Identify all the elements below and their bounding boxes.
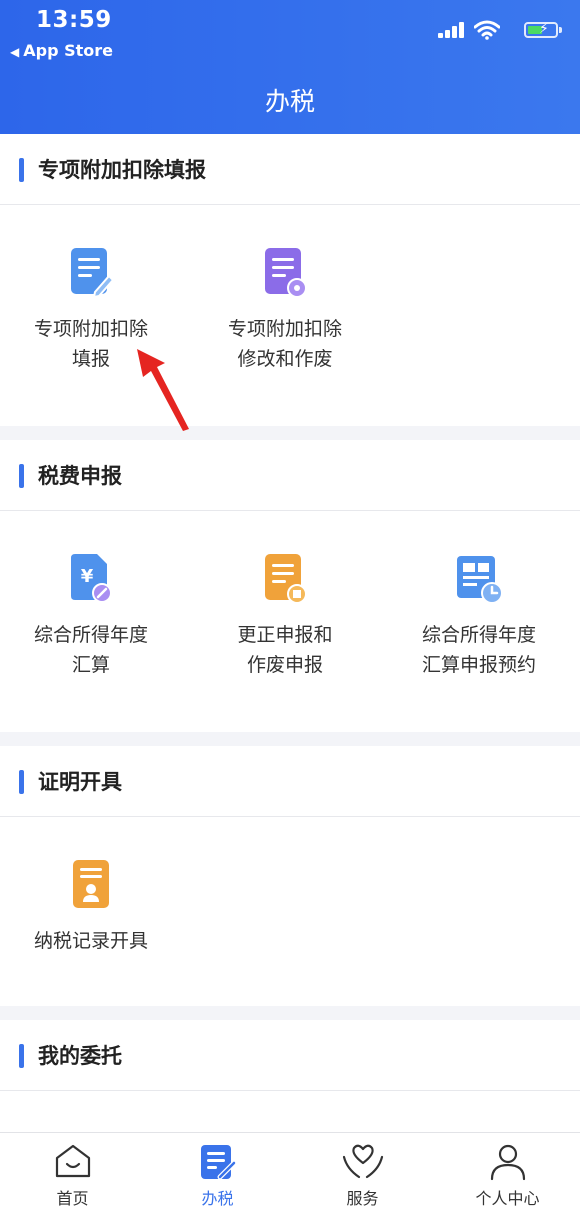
section-header: 税费申报 — [0, 440, 580, 511]
item-label: 综合所得年度 汇算申报预约 — [421, 624, 536, 676]
cellular-signal-icon — [438, 22, 466, 38]
section-header: 专项附加扣除填报 — [0, 134, 580, 205]
back-triangle-icon: ◀ — [10, 45, 20, 59]
tab-label: 服务 — [346, 1189, 379, 1208]
item-label: 综合所得年度 汇算 — [33, 624, 148, 676]
back-label: App Store — [23, 41, 113, 60]
back-to-app-store[interactable]: ◀ App Store — [10, 41, 113, 60]
annual-settlement-item[interactable]: ¥ 综合所得年度 汇算 — [0, 552, 186, 680]
tax-record-issue-item[interactable]: 纳税记录开具 — [0, 858, 186, 956]
tab-tax[interactable]: 办税 — [145, 1133, 290, 1219]
section-accent-bar — [19, 158, 24, 182]
section-title: 专项附加扣除填报 — [38, 158, 206, 182]
settlement-appointment-item[interactable]: 综合所得年度 汇算申报预约 — [384, 552, 574, 680]
section-certificates: 证明开具 纳税记录开具 — [0, 746, 580, 1006]
status-icons: ⚡ — [428, 18, 562, 42]
bottom-tab-bar: 首页 办税 服务 个人中心 — [0, 1132, 580, 1219]
tab-profile[interactable]: 个人中心 — [435, 1133, 580, 1219]
doc-gear-icon — [265, 248, 307, 298]
section-title: 税费申报 — [38, 464, 122, 488]
header-bar: 13:59 ◀ App Store ⚡ 办税 — [0, 0, 580, 134]
calendar-clock-icon — [457, 556, 503, 604]
heart-hands-icon — [342, 1144, 383, 1179]
item-label: 更正申报和 作废申报 — [237, 624, 333, 676]
section-my-delegation: 我的委托 — [0, 1020, 580, 1132]
deduction-modify-item[interactable]: 专项附加扣除 修改和作废 — [190, 246, 380, 374]
status-time: 13:59 — [36, 7, 112, 33]
section-accent-bar — [19, 770, 24, 794]
tab-label: 个人中心 — [475, 1189, 540, 1208]
correct-void-filing-item[interactable]: 更正申报和 作废申报 — [190, 552, 380, 680]
doc-edit-icon — [71, 248, 113, 298]
section-tax-filing: 税费申报 ¥ 综合所得年度 汇算 更正申报和 作废申报 综合所得年度 汇算申报预… — [0, 440, 580, 732]
section-title: 我的委托 — [38, 1044, 122, 1068]
tab-service[interactable]: 服务 — [290, 1133, 435, 1219]
section-accent-bar — [19, 464, 24, 488]
tax-doc-icon — [200, 1145, 236, 1180]
certificate-icon — [73, 860, 109, 908]
item-label: 纳税记录开具 — [33, 930, 148, 952]
section-header: 证明开具 — [0, 746, 580, 817]
section-title: 证明开具 — [38, 770, 122, 794]
person-icon — [490, 1144, 525, 1181]
page-title: 办税 — [264, 87, 315, 116]
wifi-icon — [474, 20, 500, 40]
battery-icon: ⚡ — [524, 21, 562, 38]
tab-label: 首页 — [56, 1189, 89, 1208]
home-icon — [55, 1144, 90, 1178]
svg-text:¥: ¥ — [81, 566, 94, 587]
section-accent-bar — [19, 1044, 24, 1068]
yuan-doc-icon: ¥ — [71, 554, 112, 603]
item-label: 专项附加扣除 修改和作废 — [227, 318, 342, 370]
tab-label: 办税 — [201, 1189, 234, 1208]
red-pointer-arrow — [137, 349, 189, 431]
section-deduction-filing: 专项附加扣除填报 专项附加扣除 填报 专项附加扣除 修改和作废 — [0, 134, 580, 426]
doc-stop-icon — [265, 554, 307, 604]
section-header: 我的委托 — [0, 1020, 580, 1091]
tab-home[interactable]: 首页 — [0, 1133, 145, 1219]
